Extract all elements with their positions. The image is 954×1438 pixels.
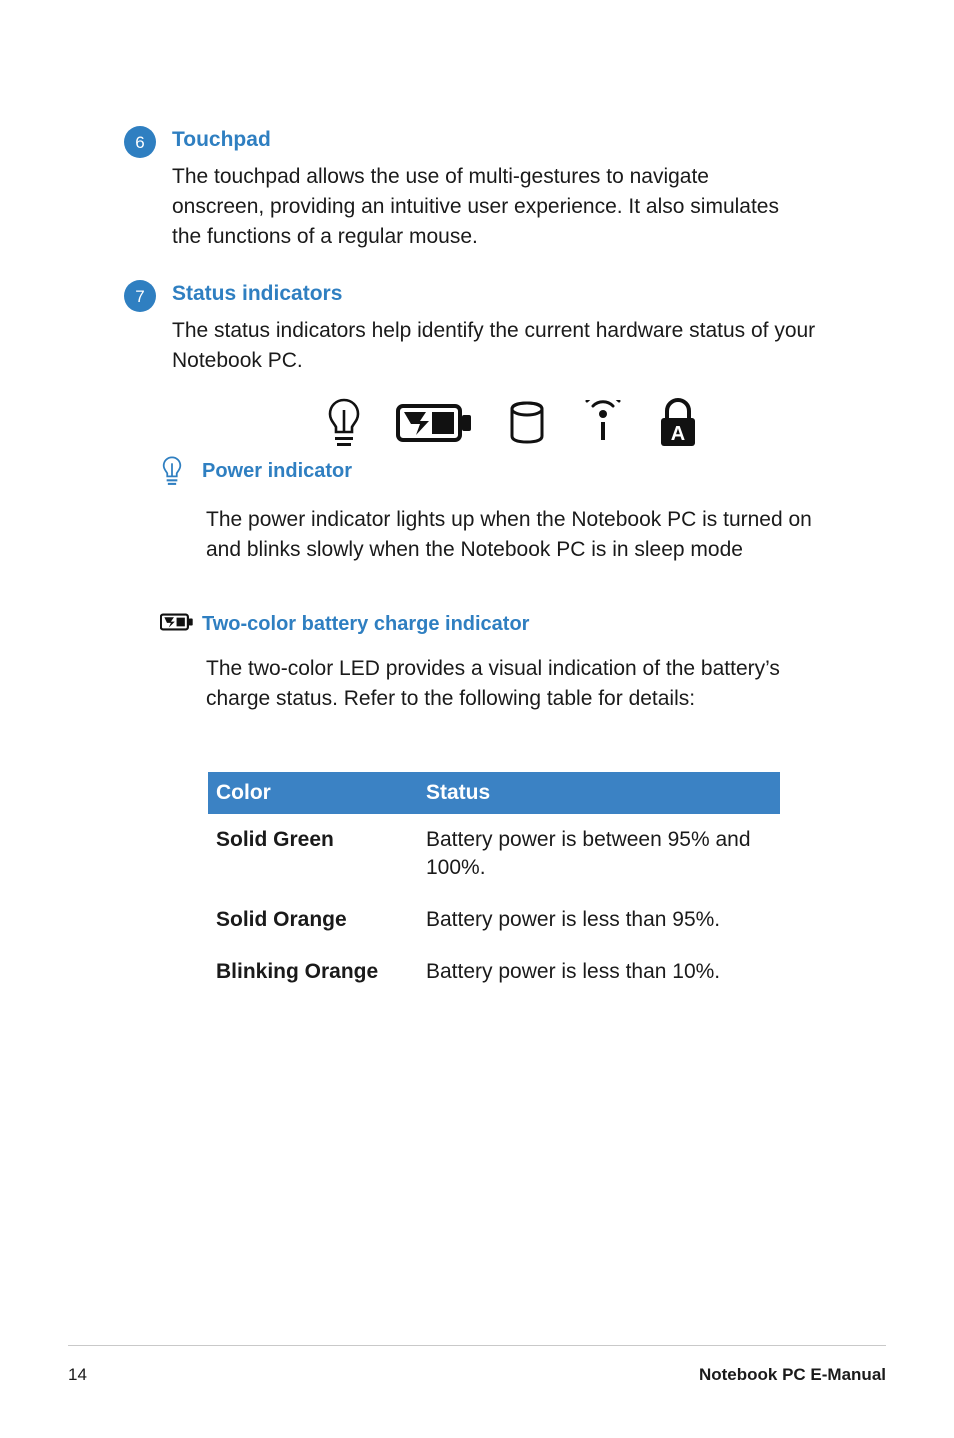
section-number-badge: 7	[124, 280, 156, 312]
power-indicator-icon	[160, 455, 184, 492]
drive-activity-icon	[508, 400, 546, 451]
document-title: Notebook PC E-Manual	[698, 1365, 886, 1384]
table-row: Blinking Orange Battery power is less th…	[208, 946, 780, 998]
svg-text:A: A	[671, 423, 685, 445]
indicator-body: The power indicator lights up when the N…	[206, 508, 812, 561]
page-number: 14	[68, 1365, 87, 1384]
table-cell-color: Solid Orange	[216, 908, 347, 931]
capital-lock-icon: A	[656, 398, 700, 453]
battery-status-table: Color Status Solid Green Battery power i…	[208, 772, 780, 998]
table-cell-status: Battery power is less than 95%.	[426, 908, 721, 931]
indicator-title: Two-color battery charge indicator	[202, 613, 530, 635]
section-body: The touchpad allows the use of multi-ges…	[172, 165, 779, 248]
status-indicator-icon-strip: A	[300, 392, 720, 455]
manual-page: 6 Touchpad The touchpad allows the use o…	[0, 0, 954, 1438]
battery-charge-icon	[159, 612, 194, 637]
section-body: The status indicators help identify the …	[172, 319, 816, 372]
wireless-bluetooth-icon	[578, 392, 628, 451]
indicator-title: Power indicator	[202, 460, 353, 482]
table-header-color: Color	[208, 772, 418, 814]
power-indicator-icon	[324, 396, 364, 455]
indicator-body: The two-color LED provides a visual indi…	[206, 657, 780, 710]
battery-charge-icon	[396, 402, 474, 449]
table-row: Solid Green Battery power is between 95%…	[208, 814, 780, 894]
table-cell-color: Solid Green	[216, 828, 334, 851]
table-row: Solid Orange Battery power is less than …	[208, 894, 780, 946]
table-cell-status: Battery power is between 95% and 100%.	[426, 828, 751, 879]
section-number-badge: 6	[124, 126, 156, 158]
table-header-row: Color Status	[208, 772, 780, 814]
table-cell-color: Blinking Orange	[216, 960, 379, 983]
table-header-status: Status	[418, 772, 780, 814]
section-title: Touchpad	[172, 128, 271, 151]
section-title: Status indicators	[172, 282, 343, 305]
table-cell-status: Battery power is less than 10%.	[426, 960, 721, 983]
footer-divider	[68, 1345, 886, 1346]
